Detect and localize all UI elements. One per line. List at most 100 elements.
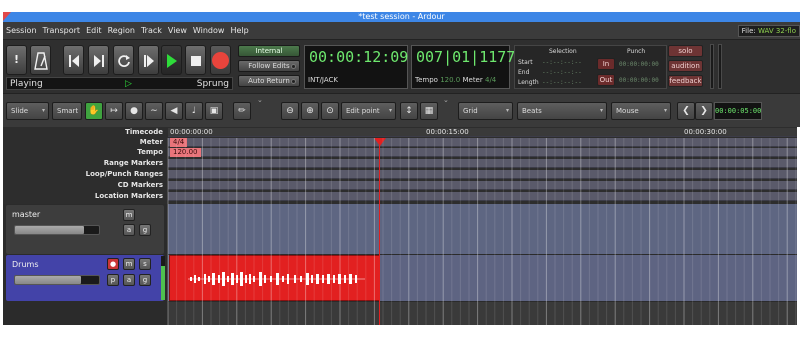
nudge-forward-button[interactable]: ❯ xyxy=(695,102,713,120)
mute-button[interactable]: m xyxy=(123,258,135,270)
selection-end-value[interactable]: --:--:--:-- xyxy=(542,69,582,76)
menu-view[interactable]: View xyxy=(165,22,190,40)
record-arm-button[interactable]: ● xyxy=(107,258,119,270)
group-button[interactable]: g xyxy=(139,224,151,236)
meter-label: Meter xyxy=(462,76,483,84)
loop-punch-ruler[interactable] xyxy=(168,170,797,179)
primary-clock-time: 00:00:12:09 xyxy=(309,48,409,66)
expand-tracks-button[interactable]: ▦ xyxy=(420,102,438,120)
cut-tool-button[interactable]: ● xyxy=(125,102,143,120)
nudge-backward-button[interactable]: ❮ xyxy=(677,102,695,120)
punch-in-value[interactable]: 00:00:00:00 xyxy=(619,61,659,68)
track-name[interactable]: master xyxy=(12,210,40,219)
tempo-ruler[interactable]: 120.00 xyxy=(168,148,797,157)
meter-marker[interactable]: 4/4 xyxy=(170,138,188,147)
timecode-mark: 00:00:15:00 xyxy=(426,128,469,136)
menu-edit[interactable]: Edit xyxy=(83,22,105,40)
mute-button[interactable]: m xyxy=(123,209,135,221)
edit-point-select[interactable]: Edit point ▾ xyxy=(341,102,396,120)
menu-transport[interactable]: Transport xyxy=(40,22,84,40)
chevron-icon: ⌄ xyxy=(443,96,449,104)
edit-mode-select[interactable]: Slide ▾ xyxy=(6,102,49,120)
automation-button[interactable]: a xyxy=(123,274,135,286)
follow-edits-button[interactable]: Follow Edits xyxy=(238,60,300,72)
track-header-master[interactable]: master m a g xyxy=(6,205,164,254)
zoom-out-button[interactable]: ⊖ xyxy=(281,102,299,120)
meter-bar-right xyxy=(718,44,722,89)
track-header-drums[interactable]: Drums ● m s p a g xyxy=(6,255,164,301)
empty-lane-area[interactable] xyxy=(168,302,797,325)
content-tool-button[interactable]: ▣ xyxy=(205,102,223,120)
solo-button[interactable]: s xyxy=(139,258,151,270)
meter-ruler[interactable]: 4/4 xyxy=(168,138,797,147)
playhead-marker[interactable] xyxy=(374,138,386,146)
zoom-in-icon: ⊕ xyxy=(306,106,314,116)
auto-return-button[interactable]: Auto Return xyxy=(238,75,300,87)
solo-button[interactable]: solo xyxy=(668,45,703,57)
selection-header: Selection xyxy=(549,48,577,55)
zoom-out-icon: ⊖ xyxy=(286,106,294,116)
group-button[interactable]: g xyxy=(139,274,151,286)
internal-edit-button[interactable]: ✏ xyxy=(233,102,251,120)
transport-mode: Sprung xyxy=(196,79,229,89)
play-button[interactable] xyxy=(161,45,182,75)
record-button[interactable] xyxy=(210,45,231,75)
draw-tool-button[interactable]: ∼ xyxy=(145,102,163,120)
grab-tool-button[interactable]: ✋ xyxy=(85,102,103,120)
track-name[interactable]: Drums xyxy=(12,260,38,269)
secondary-clock[interactable]: 007|01|1177 Tempo 120.0 Meter 4/4 xyxy=(411,45,515,89)
metronome-button[interactable] xyxy=(30,45,51,75)
chevron-left-icon: ❮ xyxy=(682,106,690,116)
loop-icon xyxy=(117,55,130,67)
range-markers-ruler[interactable] xyxy=(168,159,797,168)
audio-region[interactable] xyxy=(169,255,380,301)
playlist-button[interactable]: p xyxy=(107,274,119,286)
stop-button[interactable] xyxy=(185,45,206,75)
zoom-session-button[interactable]: ⊙ xyxy=(321,102,339,120)
snap-mode-select[interactable]: Mouse ▾ xyxy=(611,102,671,120)
play-selection-button[interactable] xyxy=(138,45,159,75)
goto-start-button[interactable] xyxy=(63,45,84,75)
tempo-marker[interactable]: 120.00 xyxy=(170,148,201,157)
automation-button[interactable]: a xyxy=(123,224,135,236)
internal-sync-button[interactable]: Internal xyxy=(238,45,300,57)
gain-fader[interactable] xyxy=(14,225,100,235)
timecode-mark: 00:00:00:00 xyxy=(170,128,213,136)
grid-unit-select[interactable]: Beats ▾ xyxy=(517,102,607,120)
playhead-line[interactable] xyxy=(379,138,380,325)
menu-track[interactable]: Track xyxy=(138,22,165,40)
shrink-icon: ↕ xyxy=(405,106,413,116)
selection-start-value[interactable]: --:--:--:-- xyxy=(542,59,582,66)
tool-mode-button[interactable]: Smart xyxy=(52,102,82,120)
nudge-clock[interactable]: 00:00:05:00 xyxy=(714,102,762,120)
gain-fader[interactable] xyxy=(14,275,100,285)
transport-bar: ! Playing ▷ Sprung Internal Follow Edits… xyxy=(3,40,800,93)
panic-button[interactable]: ! xyxy=(6,45,27,75)
zoom-in-button[interactable]: ⊕ xyxy=(301,102,319,120)
menu-help[interactable]: Help xyxy=(227,22,251,40)
primary-clock[interactable]: 00:00:12:09 INT/JACK xyxy=(304,45,408,89)
menu-session[interactable]: Session xyxy=(3,22,40,40)
audition-button[interactable]: audition xyxy=(668,60,703,72)
selection-length-label: Length xyxy=(518,79,539,86)
punch-out-button[interactable]: Out xyxy=(597,74,615,86)
menu-window[interactable]: Window xyxy=(190,22,228,40)
punch-in-button[interactable]: In xyxy=(597,58,615,70)
feedback-button[interactable]: feedback xyxy=(668,75,703,87)
location-markers-ruler[interactable] xyxy=(168,192,797,201)
menu-region[interactable]: Region xyxy=(105,22,138,40)
range-tool-button[interactable]: ↦ xyxy=(105,102,123,120)
selection-length-value[interactable]: --:--:--:-- xyxy=(542,79,582,86)
timecode-ruler[interactable]: 00:00:00:00 00:00:15:00 00:00:30:00 xyxy=(168,128,797,137)
master-lane[interactable] xyxy=(168,204,797,254)
loop-button[interactable] xyxy=(113,45,134,75)
punch-out-value[interactable]: 00:00:00:00 xyxy=(619,77,659,84)
chevron-icon: ⌄ xyxy=(257,96,263,104)
goto-end-button[interactable] xyxy=(88,45,109,75)
grid-type-select[interactable]: Grid ▾ xyxy=(458,102,513,120)
audition-tool-button[interactable]: ♩ xyxy=(185,102,203,120)
shrink-tracks-button[interactable]: ↕ xyxy=(400,102,418,120)
stretch-tool-button[interactable]: ◀ xyxy=(165,102,183,120)
drums-lane[interactable] xyxy=(168,255,797,301)
cd-markers-ruler[interactable] xyxy=(168,181,797,190)
